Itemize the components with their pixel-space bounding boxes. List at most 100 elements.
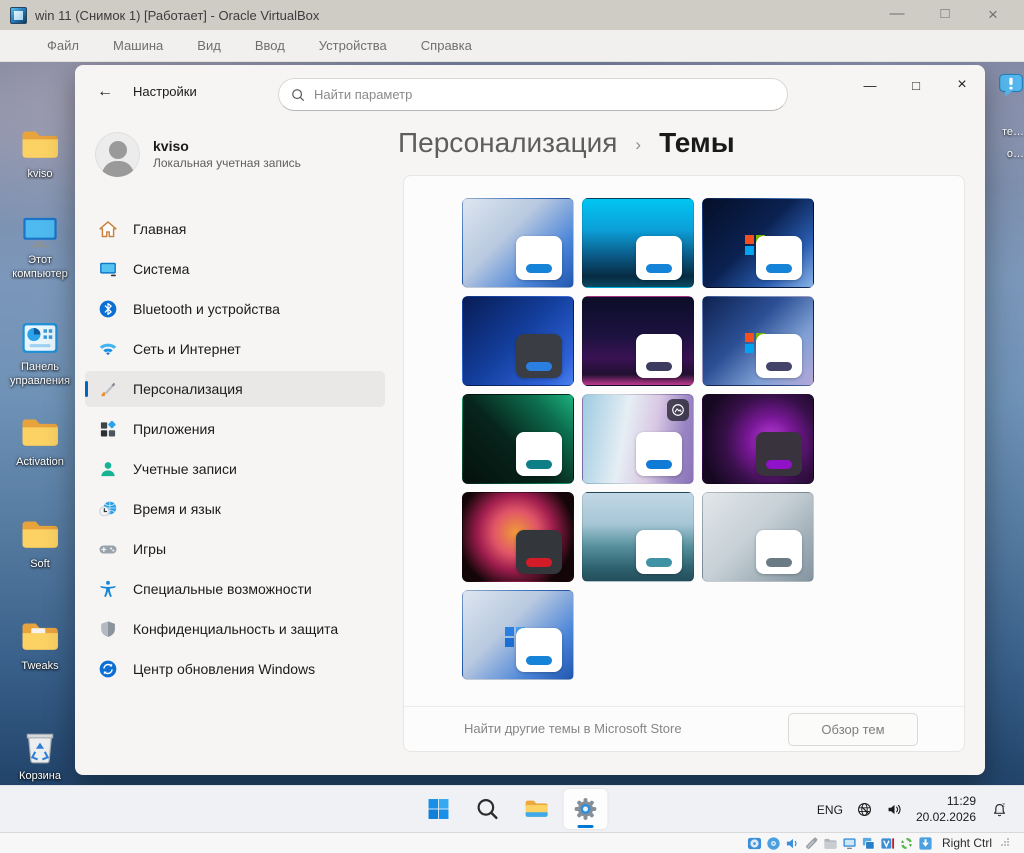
hdd-icon[interactable] [747, 836, 762, 851]
start-button[interactable] [417, 789, 461, 829]
sidebar-item-apps[interactable]: Приложения [85, 411, 385, 447]
sidebar-item-bluetooth[interactable]: Bluetooth и устройства [85, 291, 385, 327]
bluetooth-icon [98, 299, 118, 319]
desktop-icon-Soft[interactable]: Soft [4, 514, 76, 572]
sidebar-item-label: Сеть и Интернет [133, 341, 241, 357]
folder2-icon [19, 616, 61, 658]
system-tray: ENG 11:29 20.02.2026 z [817, 786, 1024, 832]
theme-thumbnail-4[interactable] [462, 296, 574, 386]
theme-thumbnail-1[interactable] [462, 198, 574, 288]
display-icon[interactable] [842, 836, 857, 851]
vbox-window-title: win 11 (Снимок 1) [Работает] - Oracle Vi… [35, 7, 320, 23]
taskbar-search-button[interactable] [466, 789, 510, 829]
vbox-menu-Ввод[interactable]: Ввод [238, 34, 302, 57]
theme-thumbnail-13[interactable] [462, 590, 574, 680]
file-explorer-button[interactable] [515, 789, 559, 829]
sidebar-item-games[interactable]: Игры [85, 531, 385, 567]
desktop-icon-Tweaks[interactable]: Tweaks [4, 616, 76, 674]
theme-thumbnail-10[interactable] [462, 492, 574, 582]
settings-search-box[interactable] [278, 78, 788, 111]
theme-thumbnail-2[interactable] [582, 198, 694, 288]
desktop-icon-label: Tweaks [21, 660, 59, 672]
notification-bell-icon[interactable]: z [991, 801, 1008, 818]
keyboard-icon[interactable] [918, 836, 933, 851]
settings-maximize-button[interactable]: □ [893, 65, 939, 105]
theme-thumbnail-7[interactable] [462, 394, 574, 484]
desktop-icon-partial[interactable]: те… о… [994, 72, 1024, 160]
vbox-maximize-button[interactable]: □ [932, 5, 958, 25]
taskbar-center [417, 789, 608, 829]
settings-button[interactable] [563, 789, 608, 829]
folder-icon [19, 124, 61, 166]
sidebar-item-accounts[interactable]: Учетные записи [85, 451, 385, 487]
search-input[interactable] [314, 87, 775, 102]
vbox-titlebar: win 11 (Снимок 1) [Работает] - Oracle Vi… [0, 0, 1024, 30]
theme-preview-window [636, 530, 682, 574]
apps-icon [98, 419, 118, 439]
volume-icon[interactable] [886, 801, 903, 818]
vbox-minimize-button[interactable]: — [884, 5, 910, 25]
desktop-icon-Activation[interactable]: Activation [4, 412, 76, 470]
theme-thumbnail-3[interactable] [702, 198, 814, 288]
sidebar-item-network[interactable]: Сеть и Интернет [85, 331, 385, 367]
sidebar-item-home[interactable]: Главная [85, 211, 385, 247]
theme-preview-taskbar [766, 264, 792, 273]
theme-thumbnail-12[interactable] [702, 492, 814, 582]
desktop-icon-kviso[interactable]: kviso [4, 124, 76, 182]
theme-preview-window [636, 432, 682, 476]
theme-thumbnail-11[interactable] [582, 492, 694, 582]
settings-close-button[interactable]: × [939, 65, 985, 105]
vbox-menu-Вид[interactable]: Вид [180, 34, 238, 57]
sidebar-item-system[interactable]: Система [85, 251, 385, 287]
optical-disk-icon[interactable] [766, 836, 781, 851]
desktop-icon-Этот компьютер[interactable]: Этот компьютер [4, 210, 76, 282]
theme-thumbnail-8[interactable] [582, 394, 694, 484]
theme-preview-window [756, 530, 802, 574]
shared-folder-icon[interactable] [823, 836, 838, 851]
browse-themes-button[interactable]: Обзор тем [788, 713, 918, 746]
desktop-icon-label-partial: те… [1001, 126, 1024, 138]
theme-preview-taskbar [646, 460, 672, 469]
recording-icon[interactable] [880, 836, 895, 851]
theme-thumbnail-5[interactable] [582, 296, 694, 386]
sidebar-item-label: Приложения [133, 421, 215, 437]
usb-icon[interactable] [804, 836, 819, 851]
folder-icon [19, 514, 61, 556]
desktop-icon-Панель управления[interactable]: Панель управления [4, 317, 76, 389]
seamless-icon[interactable] [861, 836, 876, 851]
theme-thumbnail-6[interactable] [702, 296, 814, 386]
settings-minimize-button[interactable]: — [847, 65, 893, 105]
vbox-menu-Машина[interactable]: Машина [96, 34, 180, 57]
personalization-icon [98, 379, 118, 399]
network-globe-icon[interactable] [856, 801, 873, 818]
host-key-label: Right Ctrl [941, 836, 992, 850]
clock[interactable]: 11:29 20.02.2026 [916, 794, 976, 825]
theme-preview-taskbar [646, 264, 672, 273]
account-row[interactable]: kviso Локальная учетная запись [95, 125, 395, 183]
svg-text:z: z [1002, 803, 1005, 809]
sidebar-item-personalization[interactable]: Персонализация [85, 371, 385, 407]
breadcrumb: Персонализация › Темы [398, 127, 735, 159]
back-button[interactable]: ← [91, 80, 119, 104]
vbox-menu-Файл[interactable]: Файл [30, 34, 96, 57]
audio-icon[interactable] [785, 836, 800, 851]
theme-thumbnail-9[interactable] [702, 394, 814, 484]
account-type: Локальная учетная запись [153, 156, 301, 170]
explorer-icon [524, 796, 550, 822]
vbox-menu-Справка[interactable]: Справка [404, 34, 489, 57]
desktop-icon-Корзина[interactable]: Корзина [4, 726, 76, 784]
mouse-integration-icon[interactable] [899, 836, 914, 851]
home-icon [98, 219, 118, 239]
vbox-close-button[interactable]: × [980, 5, 1006, 25]
breadcrumb-parent[interactable]: Персонализация [398, 127, 617, 159]
resize-grip[interactable] [1000, 837, 1010, 849]
sidebar-item-update[interactable]: Центр обновления Windows [85, 651, 385, 687]
system-icon [98, 259, 118, 279]
language-indicator[interactable]: ENG [817, 803, 843, 817]
theme-preview-window [636, 236, 682, 280]
themes-card: Найти другие темы в Microsoft Store Обзо… [403, 175, 965, 752]
sidebar-item-time[interactable]: Время и язык [85, 491, 385, 527]
vbox-menu-Устройства[interactable]: Устройства [302, 34, 404, 57]
sidebar-item-accessibility[interactable]: Специальные возможности [85, 571, 385, 607]
sidebar-item-privacy[interactable]: Конфиденциальность и защита [85, 611, 385, 647]
